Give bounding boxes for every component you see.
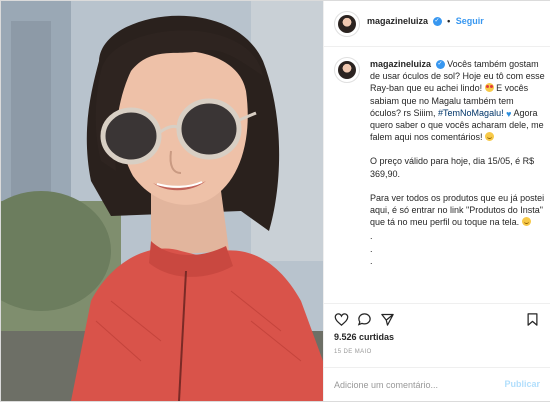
verified-badge-icon: ✓: [435, 60, 445, 70]
follow-button[interactable]: Seguir: [456, 16, 484, 26]
instagram-post: magazineluiza ✓ • Seguir magazineluiza ✓…: [0, 0, 550, 402]
caption-dot-3: .: [370, 255, 373, 266]
heart-eyes-emoji-icon: [484, 83, 494, 93]
post-sidebar: magazineluiza ✓ • Seguir magazineluiza ✓…: [323, 1, 550, 401]
hashtag-link[interactable]: #TemNoMagalu!: [438, 108, 504, 118]
comment-bar: Publicar: [324, 367, 550, 402]
post-header: magazineluiza ✓ • Seguir: [324, 1, 550, 47]
post-image[interactable]: [1, 1, 323, 401]
avatar[interactable]: [334, 11, 360, 37]
bookmark-icon[interactable]: [525, 312, 540, 327]
separator: •: [447, 16, 451, 26]
heart-icon[interactable]: [334, 312, 349, 327]
caption-username[interactable]: magazineluiza: [370, 59, 431, 69]
smile-emoji-icon: [521, 217, 531, 227]
blue-heart-emoji-icon: ♥: [506, 108, 512, 119]
caption-dot-1: .: [370, 231, 373, 242]
post-author: magazineluiza ✓ • Seguir: [367, 16, 484, 27]
post-date[interactable]: 15 DE MAIO: [334, 349, 372, 355]
publish-button[interactable]: Publicar: [504, 379, 540, 389]
action-bar: [324, 303, 550, 330]
comment-input[interactable]: [334, 377, 494, 393]
share-icon[interactable]: [380, 312, 395, 327]
caption-dot-2: .: [370, 243, 373, 254]
caption-line-4: Para ver todos os produtos que eu já pos…: [370, 192, 545, 228]
caption-avatar[interactable]: [334, 57, 360, 83]
smile-emoji-icon: [485, 132, 495, 142]
comment-icon[interactable]: [357, 312, 372, 327]
caption-price: O preço válido para hoje, dia 15/05, é R…: [370, 156, 535, 179]
verified-badge-icon: ✓: [432, 17, 442, 27]
likes-count[interactable]: 9.526 curtidas: [334, 332, 394, 342]
author-username[interactable]: magazineluiza: [367, 16, 428, 26]
avatar-illustration: [1, 1, 323, 401]
caption-text: magazineluiza ✓ Vocês também gostam de u…: [370, 58, 546, 267]
